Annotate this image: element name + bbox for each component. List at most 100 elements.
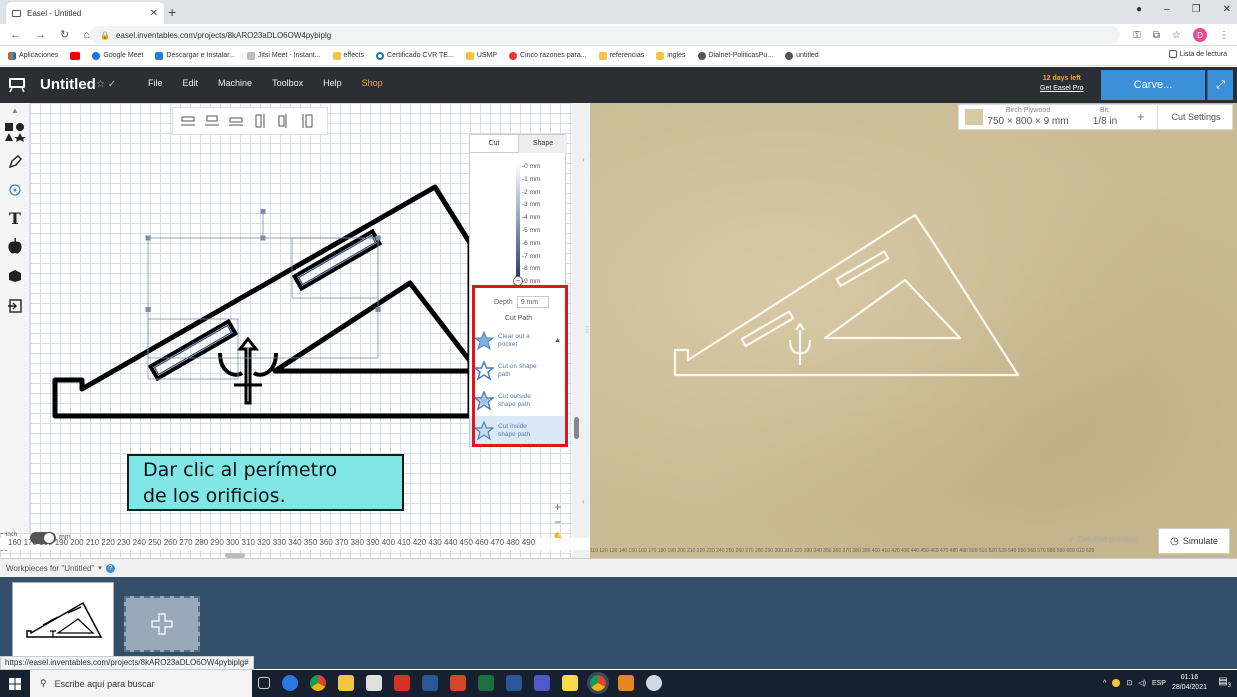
import-icon[interactable] [0, 293, 30, 319]
help-icon[interactable]: ? [105, 563, 115, 573]
language-indicator[interactable]: ESP [1152, 680, 1166, 687]
easel-logo-icon[interactable] [8, 75, 26, 93]
clock-date: 28/04/2021 [1171, 684, 1207, 691]
bookmark-apps[interactable]: Aplicaciones [8, 51, 58, 60]
scrollbar-thumb[interactable] [574, 417, 579, 439]
tray-app-icon[interactable] [1112, 679, 1121, 687]
fullscreen-icon[interactable]: ⤢ [1207, 70, 1233, 100]
trident-logo[interactable] [218, 336, 278, 405]
bookmark-youtube[interactable] [70, 51, 81, 60]
get-pro-link[interactable]: Get Easel Pro [1040, 85, 1084, 92]
menu-machine[interactable]: Machine [218, 78, 252, 88]
chrome-active-icon[interactable] [587, 672, 609, 694]
acrobat-icon[interactable] [394, 675, 410, 691]
key-icon[interactable]: ⚿ [1133, 30, 1141, 41]
bookmark-effects[interactable]: effects [332, 51, 364, 60]
chevron-down-icon[interactable]: ▾ [98, 564, 102, 572]
restore-icon[interactable]: ❐ [1192, 4, 1201, 15]
store-icon[interactable] [366, 675, 382, 691]
menu-edit[interactable]: Edit [183, 78, 199, 88]
edge-icon[interactable] [282, 675, 298, 691]
bit-value[interactable]: 1/8 in [1083, 116, 1127, 127]
excel-icon[interactable] [478, 675, 494, 691]
add-workpiece-button[interactable] [124, 596, 200, 652]
tray-chevron-icon[interactable]: ^ [1103, 680, 1106, 687]
add-bit-icon[interactable]: + [1137, 109, 1145, 124]
volume-icon[interactable]: ◁) [1138, 679, 1146, 687]
translate-icon[interactable]: ⧉ [1153, 30, 1160, 41]
bookmark-ingles[interactable]: ingles [656, 51, 686, 60]
expand-arrow-icon[interactable]: ‹ [582, 497, 585, 506]
file-explorer-icon[interactable] [338, 675, 354, 691]
menu-toolbox[interactable]: Toolbox [272, 78, 303, 88]
media-icon[interactable] [422, 675, 438, 691]
forward-icon[interactable]: → [35, 29, 46, 41]
app-f-icon[interactable] [618, 675, 634, 691]
network-icon[interactable]: ⊡ [1126, 679, 1132, 687]
sticky-notes-icon[interactable] [562, 675, 578, 691]
unit-toggle[interactable] [30, 532, 56, 544]
notifications-icon[interactable]: ▤3 [1218, 676, 1231, 689]
home-icon[interactable]: ⌂ [83, 29, 90, 41]
tab-cut[interactable]: Cut [470, 135, 518, 153]
cut-settings-button[interactable]: Cut Settings [1157, 105, 1234, 129]
reload-icon[interactable]: ↻ [60, 28, 69, 41]
collapse-arrow-icon[interactable]: › [582, 155, 585, 164]
word-icon[interactable] [506, 675, 522, 691]
bookmark-certificado[interactable]: Certificado CVR TE... [376, 51, 454, 60]
bookmark-untitled[interactable]: untitled [785, 51, 819, 60]
bookmark-cinco-razones[interactable]: Cinco razones para... [509, 51, 587, 60]
project-title[interactable]: Untitled [40, 76, 96, 93]
3d-box-icon[interactable] [0, 263, 30, 289]
material-bar[interactable]: Birch Plywood 750 × 800 × 9 mm Bit: 1/8 … [958, 104, 1233, 130]
powerpoint-icon[interactable] [450, 675, 466, 691]
menu-file[interactable]: File [148, 78, 163, 88]
task-view-icon[interactable] [258, 677, 270, 689]
bookmark-google-meet[interactable]: Google Meet [92, 51, 143, 60]
reading-list[interactable]: Lista de lectura [1168, 50, 1227, 58]
clock[interactable]: 01:16 28/04/2021 [1172, 673, 1207, 693]
close-tab-icon[interactable]: ✕ [150, 8, 158, 19]
teams-icon[interactable] [534, 675, 550, 691]
zoom-in-icon[interactable]: + [552, 500, 563, 515]
new-tab-icon[interactable]: + [168, 4, 176, 20]
paint-icon[interactable] [646, 675, 662, 691]
bookmark-dialnet[interactable]: Dialnet-PoliticasPu... [697, 51, 773, 60]
tab-shape[interactable]: Shape [518, 134, 567, 153]
bookmark-jitsi[interactable]: Jitsi Meet - Instant... [246, 51, 321, 60]
bookmark-referencias[interactable]: referencias [598, 51, 644, 60]
slot-lower[interactable] [147, 318, 239, 382]
menu-shop[interactable]: Shop [362, 78, 383, 88]
chrome-icon[interactable] [310, 675, 326, 691]
detailed-preview-toggle[interactable]: ✔ Detailed preview [1068, 535, 1137, 544]
target-tool-icon[interactable] [0, 177, 30, 203]
more-menu-icon[interactable]: ⋮ [1219, 30, 1229, 41]
favorite-star-icon[interactable]: ☆ ✓ [96, 79, 116, 90]
bookmark-descargar[interactable]: Descargar e Instalar... [155, 51, 235, 60]
shapes-tool-icon[interactable] [0, 119, 30, 145]
panel-scrollbar[interactable]: › ⋮ ‹ [572, 103, 591, 558]
workpiece-thumbnail[interactable] [12, 582, 114, 660]
collapse-toolbar-icon[interactable]: ▲ [0, 103, 30, 117]
zoom-out-icon[interactable]: − [552, 515, 563, 530]
text-tool-icon[interactable]: T [0, 205, 30, 231]
carve-button[interactable]: Carve... [1101, 70, 1205, 100]
menu-help[interactable]: Help [323, 78, 342, 88]
pen-tool-icon[interactable] [0, 149, 30, 175]
triangle-outer-shape[interactable] [52, 184, 473, 419]
bookmark-star-icon[interactable]: ☆ [1172, 30, 1181, 41]
depth-gradient-bar[interactable] [516, 163, 520, 277]
minimize-icon[interactable]: – [1164, 4, 1170, 15]
taskbar-search[interactable]: ⚲ Escribe aquí para buscar [30, 670, 252, 697]
windows-start-icon[interactable] [0, 670, 30, 697]
profile-dot-icon[interactable]: ● [1136, 4, 1142, 15]
close-window-icon[interactable]: ✕ [1223, 4, 1231, 15]
url-bar[interactable]: 🔒 easel.inventables.com/projects/8kARO23… [90, 26, 1120, 44]
apps-apple-icon[interactable] [0, 233, 30, 259]
browser-tab-strip: Easel - Untitled ✕ + ● – ❐ ✕ [0, 0, 1237, 24]
avatar[interactable]: D [1193, 28, 1207, 42]
browser-tab[interactable]: Easel - Untitled ✕ [6, 2, 164, 24]
back-icon[interactable]: ← [10, 29, 21, 41]
bookmark-usmp[interactable]: USMP [465, 51, 497, 60]
folder-icon [656, 51, 665, 60]
